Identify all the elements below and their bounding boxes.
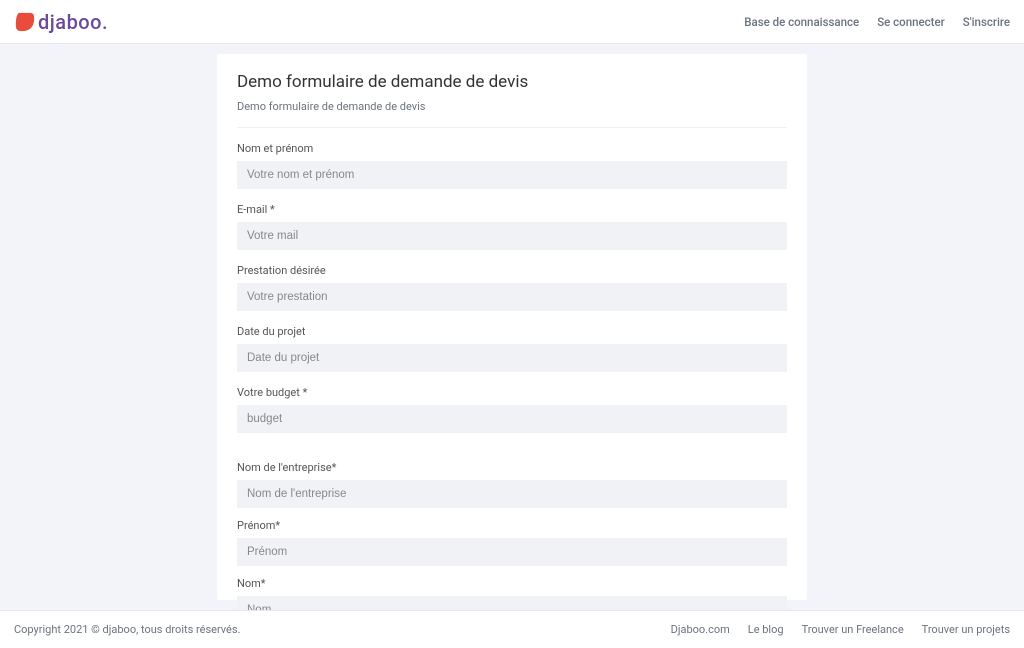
footer-links: Djaboo.com Le blog Trouver un Freelance …	[671, 623, 1010, 636]
field-firstname: Prénom*	[237, 519, 787, 566]
label-lastname: Nom*	[237, 577, 787, 590]
input-lastname[interactable]	[237, 596, 787, 610]
field-lastname: Nom*	[237, 577, 787, 610]
nav: Base de connaissance Se connecter S'insc…	[744, 15, 1010, 29]
nav-login[interactable]: Se connecter	[877, 15, 945, 29]
header: djaboo. Base de connaissance Se connecte…	[0, 0, 1024, 44]
form-card: Demo formulaire de demande de devis Demo…	[217, 54, 807, 600]
form-title: Demo formulaire de demande de devis	[237, 72, 787, 92]
label-fullname: Nom et prénom	[237, 142, 787, 155]
footer: Copyright 2021 © djaboo, tous droits rés…	[0, 610, 1024, 648]
label-project-date: Date du projet	[237, 325, 787, 338]
input-company[interactable]	[237, 480, 787, 508]
field-service: Prestation désirée	[237, 264, 787, 311]
logo-icon	[14, 11, 36, 33]
label-budget: Votre budget *	[237, 386, 787, 399]
footer-link-site[interactable]: Djaboo.com	[671, 623, 730, 636]
input-service[interactable]	[237, 283, 787, 311]
logo[interactable]: djaboo.	[14, 10, 108, 34]
field-company: Nom de l'entreprise*	[237, 461, 787, 508]
footer-link-freelance[interactable]: Trouver un Freelance	[802, 623, 904, 636]
form-subtitle: Demo formulaire de demande de devis	[237, 100, 787, 113]
field-project-date: Date du projet	[237, 325, 787, 372]
field-email: E-mail *	[237, 203, 787, 250]
nav-knowledge-base[interactable]: Base de connaissance	[744, 15, 859, 29]
input-budget[interactable]	[237, 405, 787, 433]
label-company: Nom de l'entreprise*	[237, 461, 787, 474]
main-content: Demo formulaire de demande de devis Demo…	[0, 44, 1024, 610]
label-email: E-mail *	[237, 203, 787, 216]
field-budget: Votre budget *	[237, 386, 787, 433]
input-fullname[interactable]	[237, 161, 787, 189]
nav-signup[interactable]: S'inscrire	[963, 15, 1010, 29]
label-firstname: Prénom*	[237, 519, 787, 532]
logo-text: djaboo.	[38, 10, 108, 34]
footer-copyright: Copyright 2021 © djaboo, tous droits rés…	[14, 623, 240, 636]
input-email[interactable]	[237, 222, 787, 250]
footer-link-projects[interactable]: Trouver un projets	[922, 623, 1010, 636]
form-section: Nom et prénom E-mail * Prestation désiré…	[237, 127, 787, 610]
input-project-date[interactable]	[237, 344, 787, 372]
footer-link-blog[interactable]: Le blog	[748, 623, 784, 636]
input-firstname[interactable]	[237, 538, 787, 566]
label-service: Prestation désirée	[237, 264, 787, 277]
field-fullname: Nom et prénom	[237, 142, 787, 189]
